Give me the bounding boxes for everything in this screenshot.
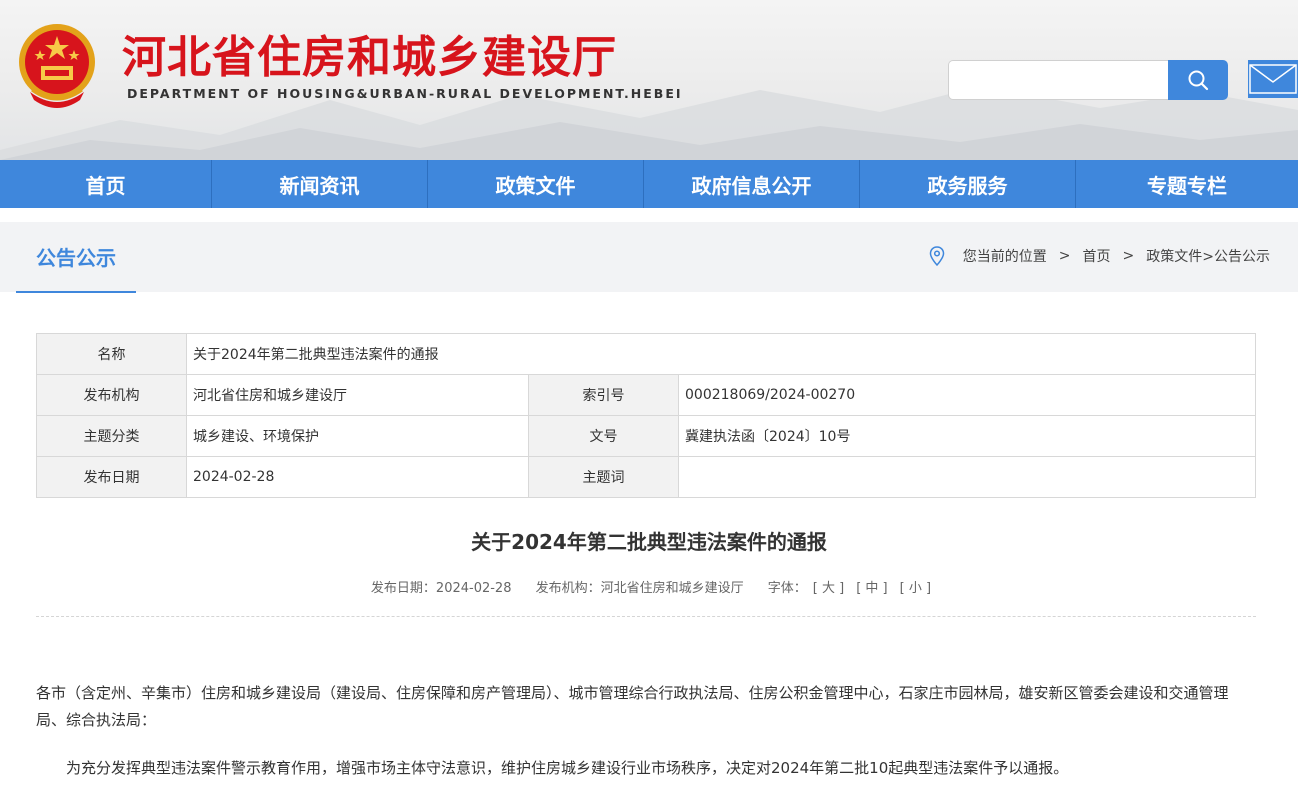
index-label: 索引号 (528, 374, 679, 416)
font-size-label: 字体： (767, 581, 807, 596)
document-info-table: 名称 关于2024年第二批典型违法案件的通报 发布机构 河北省住房和城乡建设厅 … (36, 333, 1256, 498)
search-box (948, 60, 1170, 100)
date-label: 发布日期 (36, 456, 187, 498)
nav-item-home[interactable]: 首页 (0, 160, 212, 208)
breadcrumb: 您当前的位置 > 首页 > 政策文件>公告公示 (929, 246, 1270, 266)
mail-icon (1249, 64, 1297, 94)
name-value: 关于2024年第二批典型违法案件的通报 (186, 333, 1256, 375)
topic-value: 城乡建设、环境保护 (186, 415, 529, 457)
keyword-value (678, 456, 1256, 498)
table-row: 名称 关于2024年第二批典型违法案件的通报 (36, 333, 1256, 375)
mail-button[interactable] (1248, 60, 1298, 98)
search-icon (1188, 70, 1209, 91)
site-subtitle: DEPARTMENT OF HOUSING&URBAN-RURAL DEVELO… (127, 86, 683, 101)
article-title: 关于2024年第二批典型违法案件的通报 (471, 530, 827, 554)
nav-item-services[interactable]: 政务服务 (860, 160, 1076, 208)
location-label: 您当前的位置 (962, 249, 1047, 265)
topic-label: 主题分类 (36, 415, 187, 457)
article-paragraph: 各市（含定州、辛集市）住房和城乡建设局（建设局、住房保障和房产管理局）、城市管理… (36, 684, 1229, 729)
font-small-button[interactable]: [ 小 ] (900, 581, 931, 596)
search-input[interactable] (949, 61, 1170, 99)
national-emblem-icon (19, 24, 95, 108)
org-label: 发布机构 (36, 374, 187, 416)
meta-org: 发布机构：河北省住房和城乡建设厅 (535, 581, 744, 596)
doc-number-value: 冀建执法函〔2024〕10号 (678, 415, 1256, 457)
date-value: 2024-02-28 (186, 456, 529, 498)
site-header: 河北省住房和城乡建设厅 DEPARTMENT OF HOUSING&URBAN-… (0, 0, 1298, 160)
table-row: 发布日期 2024-02-28 主题词 (36, 456, 1256, 498)
section-tab[interactable]: 公告公示 (16, 222, 136, 293)
breadcrumb-separator: > (1058, 248, 1071, 264)
meta-date: 发布日期：2024-02-28 (370, 581, 512, 596)
font-medium-button[interactable]: [ 中 ] (856, 581, 887, 596)
nav-item-policy[interactable]: 政策文件 (428, 160, 644, 208)
table-row: 主题分类 城乡建设、环境保护 文号 冀建执法函〔2024〕10号 (36, 415, 1256, 457)
search-button[interactable] (1168, 60, 1228, 100)
nav-item-news[interactable]: 新闻资讯 (212, 160, 428, 208)
divider (36, 616, 1256, 617)
article-meta: 发布日期：2024-02-28 发布机构：河北省住房和城乡建设厅 字体： [ 大 … (0, 577, 1298, 596)
name-label: 名称 (36, 333, 187, 375)
nav-item-topics[interactable]: 专题专栏 (1076, 160, 1298, 208)
doc-number-label: 文号 (528, 415, 679, 457)
location-pin-icon (929, 246, 945, 266)
keyword-label: 主题词 (528, 456, 679, 498)
spacer (0, 208, 1298, 222)
breadcrumb-separator: > (1122, 248, 1135, 264)
table-row: 发布机构 河北省住房和城乡建设厅 索引号 000218069/2024-0027… (36, 374, 1256, 416)
nav-item-gov-info[interactable]: 政府信息公开 (644, 160, 860, 208)
org-value: 河北省住房和城乡建设厅 (186, 374, 529, 416)
index-value: 000218069/2024-00270 (678, 374, 1256, 416)
main-nav: 首页 新闻资讯 政策文件 政府信息公开 政务服务 专题专栏 (0, 160, 1298, 208)
font-large-button[interactable]: [ 大 ] (813, 581, 844, 596)
breadcrumb-home-link[interactable]: 首页 (1083, 246, 1111, 266)
article-paragraph: 为充分发挥典型违法案件警示教育作用，增强市场主体守法意识，维护住房城乡建设行业市… (66, 759, 1069, 777)
site-title: 河北省住房和城乡建设厅 (122, 32, 617, 83)
breadcrumb-path-link[interactable]: 政策文件>公告公示 (1146, 246, 1270, 266)
